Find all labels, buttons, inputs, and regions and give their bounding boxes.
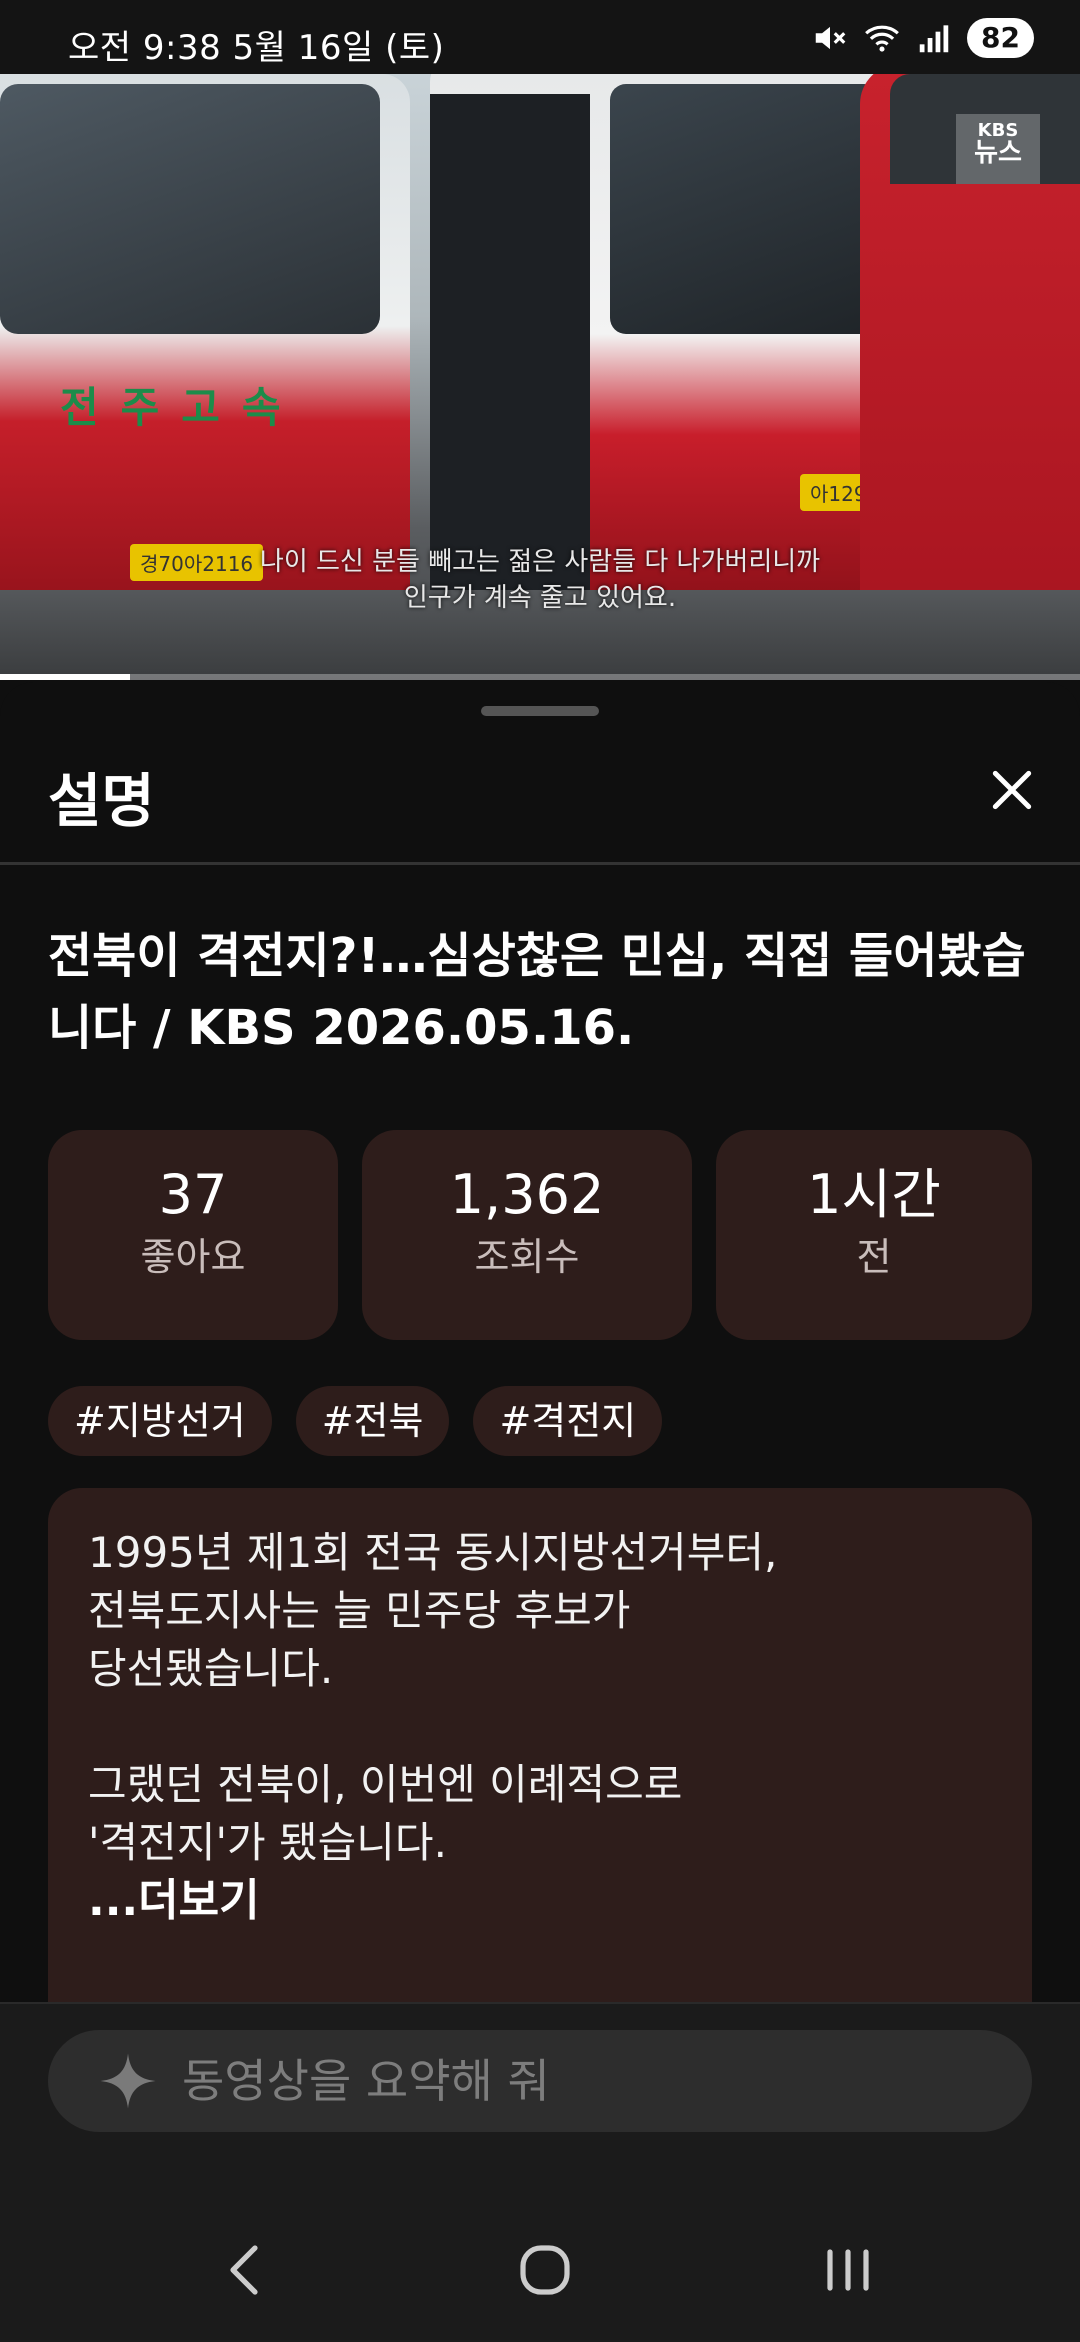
status-icons: 82: [811, 18, 1034, 58]
kbs-news-logo: KBS 뉴스: [956, 114, 1040, 184]
video-player[interactable]: 전주고속 경70아2116 아1292 나이 드신 분들 빼고는 젊은 사람들 …: [0, 74, 1080, 680]
show-more-link[interactable]: ...더보기: [88, 1872, 992, 1930]
wifi-icon: [865, 25, 899, 52]
stat-label: 전: [856, 1235, 892, 1279]
hashtag-chip[interactable]: #전북: [295, 1386, 450, 1456]
status-bar: 오전 9:38 5월 16일 (토) 82: [0, 0, 1080, 74]
sheet-title: 설명: [48, 767, 155, 835]
description-box[interactable]: 1995년 제1회 전국 동시지방선거부터, 전북도지사는 늘 민주당 후보가 …: [48, 1488, 1032, 2008]
logo-text-bottom: 뉴스: [974, 138, 1022, 168]
signal-icon: [919, 25, 949, 53]
video-progress-bar[interactable]: [0, 674, 1080, 680]
video-title: 전북이 격전지?!…심상찮은 민심, 직접 들어봤습니다 / KBS 2026.…: [48, 928, 1026, 1056]
description-line: '격전지'가 됐습니다.: [88, 1818, 447, 1867]
description-line: 당선됐습니다.: [88, 1644, 334, 1693]
stats-row: 37 좋아요 1,362 조회수 1시간 전: [48, 1130, 1032, 1340]
hashtag-chip[interactable]: #지방선거: [48, 1386, 272, 1456]
bus-name-text: 전주고속: [60, 383, 303, 432]
caption-line: 인구가 계속 줄고 있어요.: [403, 583, 677, 613]
hashtag-chip[interactable]: #격전지: [473, 1386, 663, 1456]
description-line: 1995년 제1회 전국 동시지방선거부터,: [88, 1528, 778, 1577]
recent-apps-icon: [827, 2249, 869, 2291]
description-line: 전북도지사는 늘 민주당 후보가: [88, 1586, 631, 1635]
system-nav-bar: [0, 2150, 1080, 2340]
drag-handle[interactable]: [481, 706, 599, 716]
stat-views: 1,362 조회수: [362, 1130, 692, 1340]
stat-value: 37: [158, 1163, 228, 1226]
video-caption: 나이 드신 분들 빼고는 젊은 사람들 다 나가버리니까 인구가 계속 줄고 있…: [0, 544, 1080, 616]
description-sheet: 설명 전북이 격전지?!…심상찮은 민심, 직접 들어봤습니다 / KBS 20…: [0, 682, 1080, 2008]
stat-uploaded: 1시간 전: [716, 1130, 1032, 1340]
sparkle-icon: [100, 2053, 156, 2109]
ai-summary-input-box[interactable]: [48, 2030, 1032, 2132]
caption-line: 나이 드신 분들 빼고는 젊은 사람들 다 나가버리니까: [259, 547, 821, 577]
home-button[interactable]: [505, 2230, 585, 2310]
close-button[interactable]: [974, 752, 1050, 828]
bus-image-middle: 아1292: [430, 74, 890, 614]
divider: [0, 862, 1080, 865]
stat-likes: 37 좋아요: [48, 1130, 338, 1340]
status-time: 오전 9:38 5월 16일 (토): [68, 28, 445, 68]
home-icon: [520, 2245, 570, 2295]
back-button[interactable]: [203, 2230, 283, 2310]
back-icon: [230, 2245, 258, 2295]
video-progress-fill: [0, 674, 130, 680]
description-line: 그랬던 전북이, 이번엔 이례적으로: [88, 1760, 683, 1809]
mute-icon: [815, 26, 846, 50]
recent-apps-button[interactable]: [808, 2230, 888, 2310]
stat-value: 1시간: [807, 1163, 941, 1226]
stat-label: 좋아요: [140, 1235, 246, 1279]
ai-summary-input[interactable]: [180, 2053, 944, 2109]
battery-indicator: 82: [967, 18, 1034, 58]
stat-label: 조회수: [474, 1235, 580, 1279]
hashtag-list: #지방선거 #전북 #격전지: [48, 1386, 663, 1456]
stat-value: 1,362: [449, 1163, 605, 1226]
close-icon: [992, 770, 1032, 810]
